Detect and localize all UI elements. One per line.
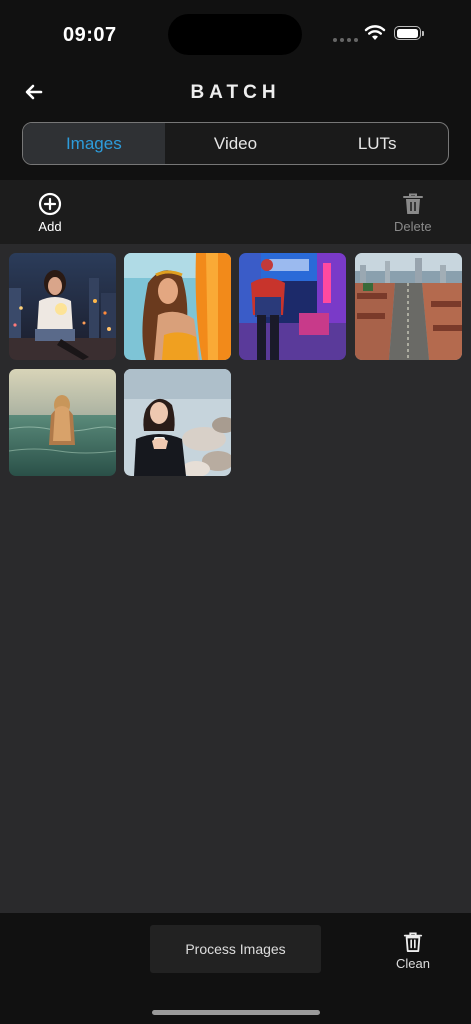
battery-icon	[394, 26, 424, 42]
delete-label: Delete	[394, 219, 432, 234]
toolbar: Add Delete	[0, 180, 471, 244]
add-label: Add	[38, 219, 62, 234]
tab-video[interactable]: Video	[165, 123, 307, 164]
bottom-bar: Process Images Clean	[0, 913, 471, 1024]
process-images-button[interactable]: Process Images	[150, 925, 321, 973]
clean-button[interactable]: Clean	[396, 931, 430, 971]
tab-images[interactable]: Images	[23, 123, 165, 164]
cellular-signal-icon	[333, 38, 358, 42]
image-thumbnail-4[interactable]	[355, 253, 462, 360]
image-thumbnail-1[interactable]	[9, 253, 116, 360]
add-button[interactable]: Add	[38, 192, 62, 234]
status-time: 09:07	[63, 24, 117, 46]
image-thumbnail-3[interactable]	[239, 253, 346, 360]
image-thumbnail-2[interactable]	[124, 253, 231, 360]
trash-icon	[402, 193, 423, 214]
image-thumbnail-5[interactable]	[9, 369, 116, 476]
delete-button[interactable]: Delete	[394, 192, 432, 234]
image-grid	[0, 244, 471, 913]
page-title: BATCH	[190, 82, 281, 103]
clean-label: Clean	[396, 956, 430, 971]
home-indicator	[152, 1010, 320, 1015]
tab-luts[interactable]: LUTs	[306, 123, 448, 164]
image-thumbnail-6[interactable]	[124, 369, 231, 476]
plus-circle-icon	[38, 192, 62, 216]
wifi-icon	[364, 25, 386, 40]
media-type-tabs: Images Video LUTs	[22, 122, 449, 165]
trash-icon	[403, 932, 423, 952]
status-bar: 09:07	[0, 0, 471, 70]
dynamic-island	[168, 14, 302, 55]
